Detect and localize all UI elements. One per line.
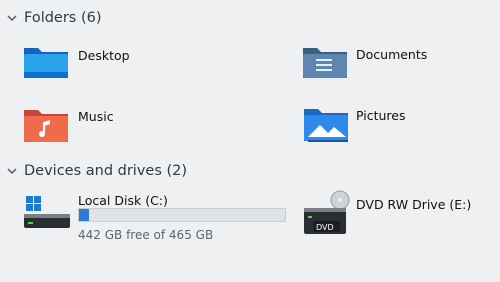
local-disk-usage-fill [79, 209, 90, 221]
documents-folder-icon [303, 48, 347, 78]
desktop-folder-icon [24, 48, 68, 78]
devices-section-label: Devices and drives (2) [24, 163, 188, 179]
pictures-folder-icon [304, 109, 348, 142]
chevron-down-icon [7, 168, 17, 174]
local-disk-free-space: 442 GB free of 465 GB [78, 228, 214, 242]
local-disk-usage-bar [78, 208, 286, 222]
folder-desktop-label: Desktop [78, 48, 130, 63]
devices-section-header[interactable]: Devices and drives (2) [6, 163, 187, 179]
folders-section-header[interactable]: Folders (6) [6, 10, 102, 26]
folders-section-label: Folders (6) [24, 10, 102, 26]
drive-local-disk-c-label: Local Disk (C:) [78, 193, 168, 208]
folder-documents-label: Documents [356, 47, 428, 62]
folder-pictures-label: Pictures [356, 108, 406, 123]
drive-dvd-e-label: DVD RW Drive (E:) [356, 197, 472, 212]
folder-music-label: Music [78, 109, 114, 124]
chevron-down-icon [7, 15, 17, 21]
dvd-badge: DVD [316, 223, 334, 232]
local-disk-icon [24, 196, 70, 228]
music-folder-icon [24, 110, 68, 142]
